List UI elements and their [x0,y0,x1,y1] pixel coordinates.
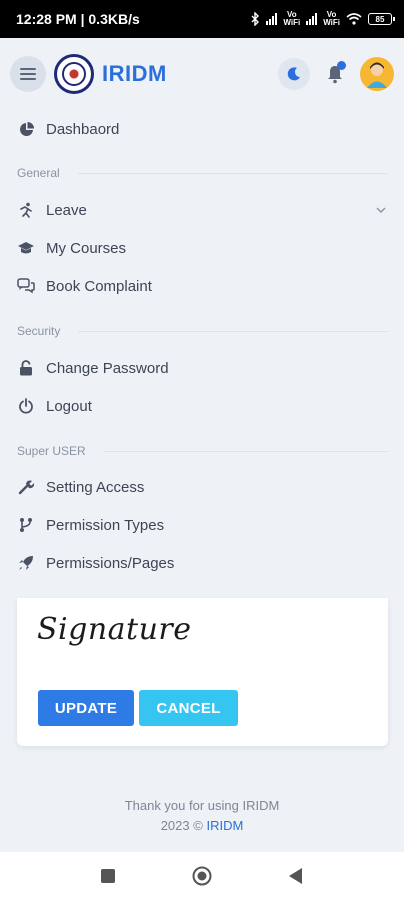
avatar[interactable] [360,57,394,91]
footer-thanks: Thank you for using IRIDM [124,798,280,813]
sidebar-item-label: Permissions/Pages [46,554,175,572]
sidebar-item-book-complaint[interactable]: Book Complaint [0,267,404,305]
section-general: General [17,166,387,180]
notifications-button[interactable] [322,61,348,87]
profile-card: Signature UPDATE CANCEL [17,598,388,746]
update-button[interactable]: UPDATE [38,690,134,726]
wifi-icon [346,13,362,25]
sidebar-item-label: Book Complaint [46,277,152,295]
sidebar-item-label: My Courses [46,239,127,257]
sidebar-item-permissions-pages[interactable]: Permissions/Pages [0,544,404,582]
section-super-user: Super USER [17,444,387,458]
sidebar-item-label: Setting Access [46,478,145,496]
rocket-icon [17,554,35,572]
graduation-cap-icon [17,239,35,257]
sidebar-item-change-password[interactable]: Change Password [0,349,404,387]
signature-image: Signature [37,612,192,647]
sidebar-item-label: Logout [46,397,92,415]
cancel-button[interactable]: CANCEL [139,690,238,726]
app-header: IRIDM [0,38,404,110]
theme-toggle-button[interactable] [278,58,310,90]
sidebar-item-label: Change Password [46,359,169,377]
triangle-back-icon [289,868,302,884]
sidebar-item-label: Dashbaord [46,120,120,138]
sidebar-item-label: Leave [46,201,87,219]
sidebar-item-logout[interactable]: Logout [0,387,404,425]
chevron-down-icon [376,207,386,213]
home-button[interactable] [192,866,212,886]
sidebar-item-setting-access[interactable]: Setting Access [0,468,404,506]
recents-button[interactable] [98,866,118,886]
bluetooth-icon [251,12,260,26]
vowifi-label-1: Vo WiFi [283,10,301,27]
status-time: 12:28 PM | 0.3KB/s [16,11,140,27]
wrench-icon [17,478,35,496]
signal-icon-2 [306,13,318,25]
lock-icon [17,359,35,377]
section-security: Security [17,324,387,338]
vowifi-label-2: Vo WiFi [323,10,340,27]
brand-title: IRIDM [102,61,167,86]
running-person-icon [17,201,35,219]
sidebar-item-my-courses[interactable]: My Courses [0,229,404,267]
square-icon [101,869,115,883]
logo-icon [54,54,94,94]
pie-chart-icon [17,120,35,138]
page-footer: Thank you for using IRIDM 2023 © IRIDM [0,796,404,836]
power-icon [17,397,35,415]
user-avatar-icon [367,62,387,88]
status-bar: 12:28 PM | 0.3KB/s Vo WiFi Vo WiFi 85 [0,0,404,38]
code-branch-icon [17,516,35,534]
sidebar-item-permission-types[interactable]: Permission Types [0,506,404,544]
sidebar-item-leave[interactable]: Leave [0,191,404,229]
footer-brand-link[interactable]: IRIDM [206,818,243,833]
sidebar-item-label: Permission Types [46,516,165,534]
battery-icon: 85 [368,13,395,25]
moon-icon [287,67,300,81]
chat-bubbles-icon [17,277,35,295]
notification-dot [337,61,346,70]
footer-copyright: 2023 © IRIDM [160,818,244,833]
status-icons: Vo WiFi Vo WiFi 85 [250,10,395,27]
system-nav-bar [0,852,404,900]
back-button[interactable] [286,866,306,886]
menu-toggle-button[interactable] [10,56,46,92]
circle-icon [192,866,212,886]
signal-icon [266,13,278,25]
sidebar-item-dashboard[interactable]: Dashbaord [0,110,404,148]
